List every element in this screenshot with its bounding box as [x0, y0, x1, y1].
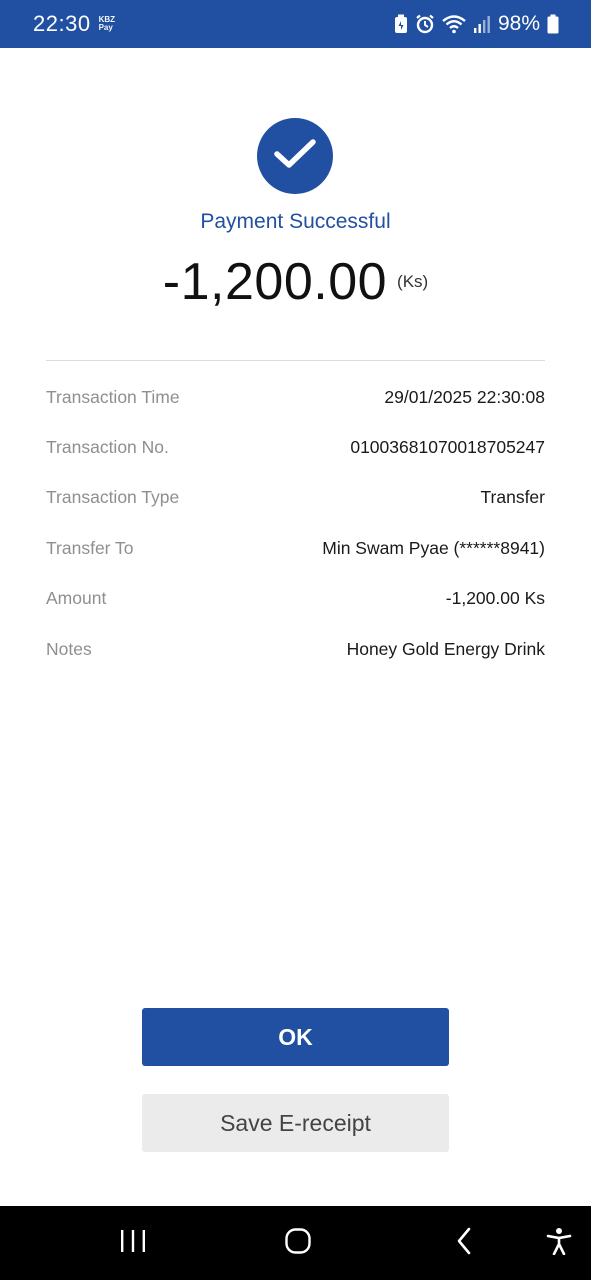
- detail-label: Amount: [46, 588, 107, 609]
- detail-label: Notes: [46, 638, 92, 659]
- navigation-bar: [0, 1206, 591, 1280]
- detail-value: 29/01/2025 22:30:08: [384, 386, 545, 407]
- detail-row-transfer-to: Transfer To Min Swam Pyae (******8941): [46, 523, 545, 573]
- detail-label: Transfer To: [46, 537, 134, 558]
- detail-row-transaction-time: Transaction Time 29/01/2025 22:30:08: [46, 372, 545, 422]
- detail-value: Honey Gold Energy Drink: [346, 638, 545, 659]
- detail-value: Transfer: [480, 487, 545, 508]
- status-time: 22:30: [33, 11, 91, 36]
- detail-row-notes: Notes Honey Gold Energy Drink: [46, 624, 545, 674]
- accessibility-icon: [546, 1227, 572, 1260]
- detail-value: 01003681070018705247: [350, 437, 545, 458]
- payment-success-screen: 22:30 KBZ Pay 98% Payment Successful -1,…: [0, 0, 591, 1280]
- transaction-details: Transaction Time 29/01/2025 22:30:08 Tra…: [46, 372, 545, 674]
- payment-amount: -1,200.00 (Ks): [0, 252, 591, 312]
- status-bar: 22:30 KBZ Pay 98%: [0, 0, 591, 48]
- app-badge-line2: Pay: [98, 23, 113, 32]
- divider: [46, 360, 545, 361]
- amount-value: -1,200.00: [162, 253, 388, 311]
- back-icon: [455, 1227, 473, 1260]
- status-right: 98%: [394, 12, 559, 36]
- alarm-icon: [415, 14, 435, 34]
- detail-label: Transaction Time: [46, 386, 180, 407]
- battery-icon: [547, 14, 559, 34]
- home-button[interactable]: [270, 1206, 326, 1280]
- success-badge: [257, 118, 333, 194]
- accessibility-button[interactable]: [534, 1206, 584, 1280]
- detail-value: -1,200.00 Ks: [445, 588, 545, 609]
- status-left: 22:30 KBZ Pay: [33, 11, 115, 37]
- battery-percent: 98%: [497, 12, 540, 35]
- wifi-icon: [442, 14, 466, 34]
- check-icon: [273, 137, 317, 176]
- detail-label: Transaction No.: [46, 437, 169, 458]
- recent-apps-icon: [119, 1229, 147, 1258]
- detail-value: Min Swam Pyae (******8941): [322, 537, 545, 558]
- payment-status-title: Payment Successful: [200, 210, 391, 233]
- detail-row-transaction-type: Transaction Type Transfer: [46, 473, 545, 523]
- save-e-receipt-button[interactable]: Save E-receipt: [142, 1094, 449, 1152]
- detail-row-transaction-no: Transaction No. 01003681070018705247: [46, 422, 545, 472]
- detail-label: Transaction Type: [46, 487, 180, 508]
- recent-apps-button[interactable]: [105, 1206, 161, 1280]
- back-button[interactable]: [438, 1206, 490, 1280]
- detail-row-amount: Amount -1,200.00 Ks: [46, 574, 545, 624]
- ok-button[interactable]: OK: [142, 1008, 449, 1066]
- home-icon: [284, 1227, 312, 1260]
- battery-saver-icon: [394, 14, 408, 34]
- amount-currency: (Ks): [397, 272, 429, 291]
- kbzpay-notification-icon: KBZ Pay: [99, 16, 115, 32]
- signal-icon: [473, 14, 491, 34]
